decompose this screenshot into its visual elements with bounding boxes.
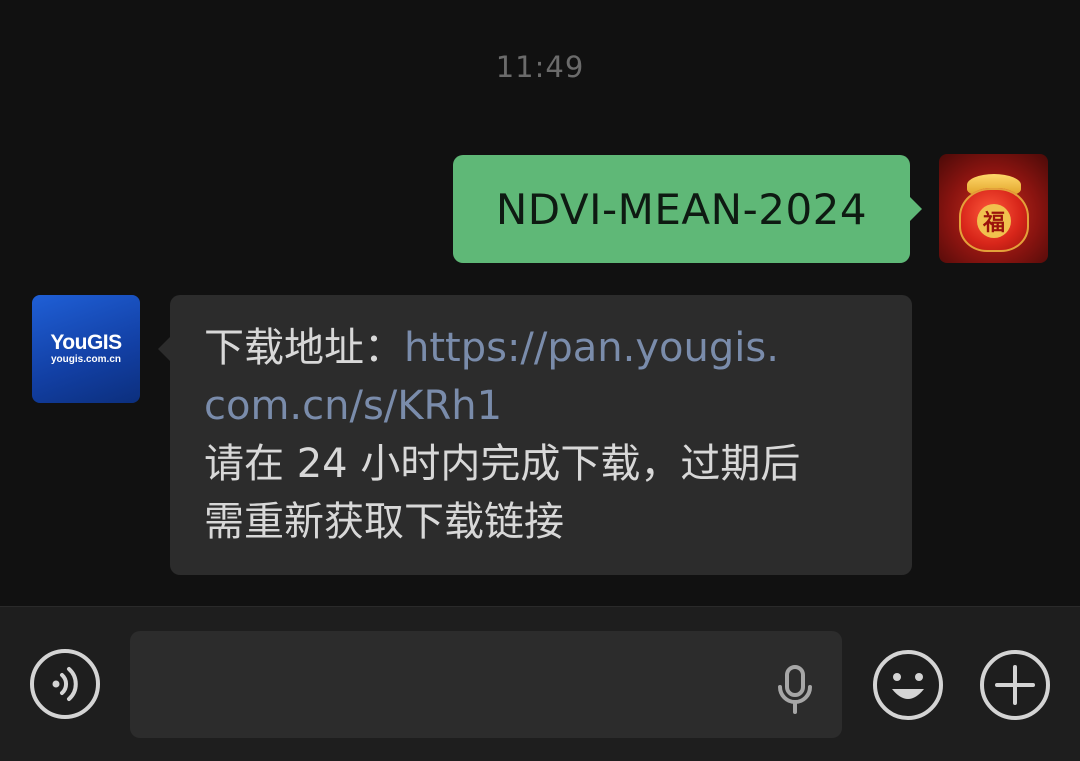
expiry-note-line2: 需重新获取下载链接 [204, 499, 564, 545]
download-link-part1[interactable]: https://pan.yougis. [404, 325, 779, 371]
voice-icon[interactable] [30, 649, 100, 719]
sender-avatar-brand: YouGIS [50, 331, 122, 354]
chat-area: 11:49 NDVI-MEAN-2024 福 YouGIS yougis.com… [0, 0, 1080, 606]
emoji-icon[interactable] [872, 649, 944, 721]
download-line: 下载地址：https://pan.yougis. [204, 319, 878, 377]
download-label: 下载地址： [204, 325, 404, 371]
fu-glyph: 福 [977, 204, 1011, 238]
input-bar [0, 606, 1080, 761]
message-timestamp: 11:49 [495, 50, 585, 84]
download-link-part2[interactable]: com.cn/s/KRh1 [204, 377, 878, 435]
sender-avatar[interactable]: YouGIS yougis.com.cn [32, 295, 140, 403]
message-input[interactable] [130, 631, 842, 738]
microphone-icon[interactable] [775, 665, 815, 715]
expiry-note-line1: 请在 24 小时内完成下载，过期后 [204, 441, 801, 487]
plus-icon[interactable] [979, 649, 1051, 721]
outgoing-message-text: NDVI-MEAN-2024 [495, 184, 868, 234]
outgoing-message-bubble[interactable]: NDVI-MEAN-2024 [453, 155, 922, 263]
sender-avatar-site: yougis.com.cn [50, 354, 121, 365]
self-avatar[interactable]: 福 [939, 154, 1048, 263]
incoming-message-bubble[interactable]: 下载地址：https://pan.yougis. com.cn/s/KRh1 请… [158, 295, 912, 575]
